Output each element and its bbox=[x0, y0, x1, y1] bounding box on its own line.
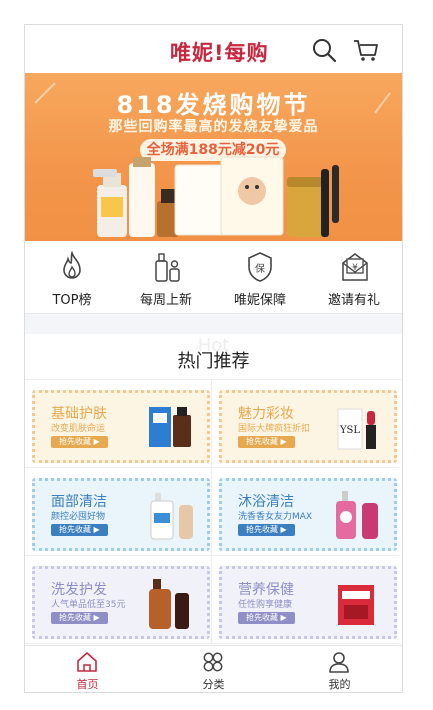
category-card[interactable]: 魅力彩妆 国际大牌疯狂折扣 抢先收藏 ▶ YSL bbox=[212, 380, 399, 468]
hot-section-header: Hot 热门推荐 bbox=[25, 334, 402, 379]
category-title: 洗发护发 bbox=[51, 582, 107, 598]
bottom-tab-bar: 首页 分类 我的 bbox=[25, 645, 402, 692]
category-title: 基础护肤 bbox=[51, 406, 107, 422]
collect-button[interactable]: 抢先收藏 ▶ bbox=[238, 524, 295, 536]
promo-banner[interactable]: 818发烧购物节 那些回购率最高的发烧友挚爱品 全场满188元减20元 bbox=[25, 73, 402, 241]
category-title: 营养保健 bbox=[238, 582, 294, 598]
envelope-icon: ¥ bbox=[342, 253, 368, 281]
quick-link-label: 每周上新 bbox=[139, 293, 192, 308]
category-subtitle: 任性购享健康 bbox=[238, 600, 293, 610]
category-grid: 基础护肤 改变肌肤命运 抢先收藏 ▶ 魅力彩妆 国际大牌疯狂折扣 抢先收藏 ▶ … bbox=[25, 379, 402, 646]
tab-profile[interactable]: 我的 bbox=[277, 646, 402, 692]
haircare-products-image bbox=[149, 579, 189, 629]
category-title: 魅力彩妆 bbox=[238, 406, 294, 422]
category-subtitle: 洗香香女友力MAX bbox=[238, 512, 313, 522]
category-icon bbox=[203, 652, 223, 672]
category-subtitle: 颜控必囤好物 bbox=[51, 512, 106, 522]
bodywash-products-image bbox=[336, 491, 378, 539]
banner-products-illustration bbox=[34, 82, 391, 237]
category-card[interactable]: 营养保健 任性购享健康 抢先收藏 ▶ bbox=[212, 556, 399, 644]
category-card[interactable]: 基础护肤 改变肌肤命运 抢先收藏 ▶ bbox=[25, 380, 212, 468]
quick-link-invite[interactable]: ¥ 邀请有礼 bbox=[307, 241, 401, 313]
coupon-card: 魅力彩妆 国际大牌疯狂折扣 抢先收藏 ▶ YSL bbox=[219, 390, 397, 463]
category-title: 沐浴清洁 bbox=[238, 494, 294, 510]
quick-link-new[interactable]: 每周上新 bbox=[119, 241, 213, 313]
coupon-card: 基础护肤 改变肌肤命运 抢先收藏 ▶ bbox=[32, 390, 210, 463]
bottles-icon bbox=[155, 253, 180, 282]
category-card[interactable]: 沐浴清洁 洗香香女友力MAX 抢先收藏 ▶ bbox=[212, 468, 399, 556]
user-icon bbox=[329, 652, 349, 673]
search-icon[interactable] bbox=[311, 37, 337, 63]
collect-button[interactable]: 抢先收藏 ▶ bbox=[51, 612, 108, 624]
svg-text:YSL: YSL bbox=[339, 425, 360, 436]
category-title: 面部清洁 bbox=[51, 494, 107, 510]
collect-button[interactable]: 抢先收藏 ▶ bbox=[51, 436, 108, 448]
category-card[interactable]: 洗发护发 人气单品低至35元 抢先收藏 ▶ bbox=[25, 556, 212, 644]
collect-button[interactable]: 抢先收藏 ▶ bbox=[51, 524, 108, 536]
coupon-card: 面部清洁 颜控必囤好物 抢先收藏 ▶ bbox=[32, 478, 210, 551]
quick-link-label: 邀请有礼 bbox=[327, 293, 380, 308]
makeup-products-image: YSL bbox=[337, 408, 376, 450]
tab-category[interactable]: 分类 bbox=[151, 646, 276, 692]
supplement-products-image bbox=[338, 585, 374, 625]
collect-button[interactable]: 抢先收藏 ▶ bbox=[238, 612, 295, 624]
app-screen: 唯妮!每购 818发烧购物节 那些回购率最高的发烧友挚爱品 全场满188元减20… bbox=[24, 24, 403, 693]
quick-link-label: 唯妮保障 bbox=[233, 293, 286, 308]
svg-text:保: 保 bbox=[255, 262, 265, 275]
tab-label: 首页 bbox=[76, 678, 99, 691]
coupon-card: 沐浴清洁 洗香香女友力MAX 抢先收藏 ▶ bbox=[219, 478, 397, 551]
hot-title: 热门推荐 bbox=[177, 351, 250, 372]
category-subtitle: 人气单品低至35元 bbox=[51, 600, 126, 610]
quick-link-label: TOP榜 bbox=[52, 293, 92, 308]
quick-link-top[interactable]: TOP榜 bbox=[25, 241, 119, 313]
tab-home[interactable]: 首页 bbox=[25, 646, 150, 692]
category-card[interactable]: 面部清洁 颜控必囤好物 抢先收藏 ▶ bbox=[25, 468, 212, 556]
quick-link-guarantee[interactable]: 保 唯妮保障 bbox=[213, 241, 307, 313]
flame-icon bbox=[63, 251, 81, 279]
shield-icon: 保 bbox=[248, 252, 272, 282]
category-subtitle: 国际大牌疯狂折扣 bbox=[238, 424, 311, 434]
coupon-card: 洗发护发 人气单品低至35元 抢先收藏 ▶ bbox=[32, 566, 210, 639]
top-header: 唯妮!每购 bbox=[25, 25, 402, 73]
section-divider bbox=[25, 314, 402, 334]
category-subtitle: 改变肌肤命运 bbox=[51, 424, 106, 434]
tab-label: 分类 bbox=[202, 678, 225, 691]
coupon-card: 营养保健 任性购享健康 抢先收藏 ▶ bbox=[219, 566, 397, 639]
tab-label: 我的 bbox=[328, 678, 351, 691]
skincare-products-image bbox=[149, 407, 191, 447]
home-icon bbox=[77, 652, 97, 672]
collect-button[interactable]: 抢先收藏 ▶ bbox=[238, 436, 295, 448]
cleanser-products-image bbox=[150, 493, 193, 540]
brand-logo[interactable]: 唯妮!每购 bbox=[170, 37, 269, 67]
cart-icon[interactable] bbox=[353, 37, 379, 63]
quick-links: TOP榜 每周上新 保 唯妮保障 ¥ 邀请有礼 bbox=[25, 241, 402, 314]
